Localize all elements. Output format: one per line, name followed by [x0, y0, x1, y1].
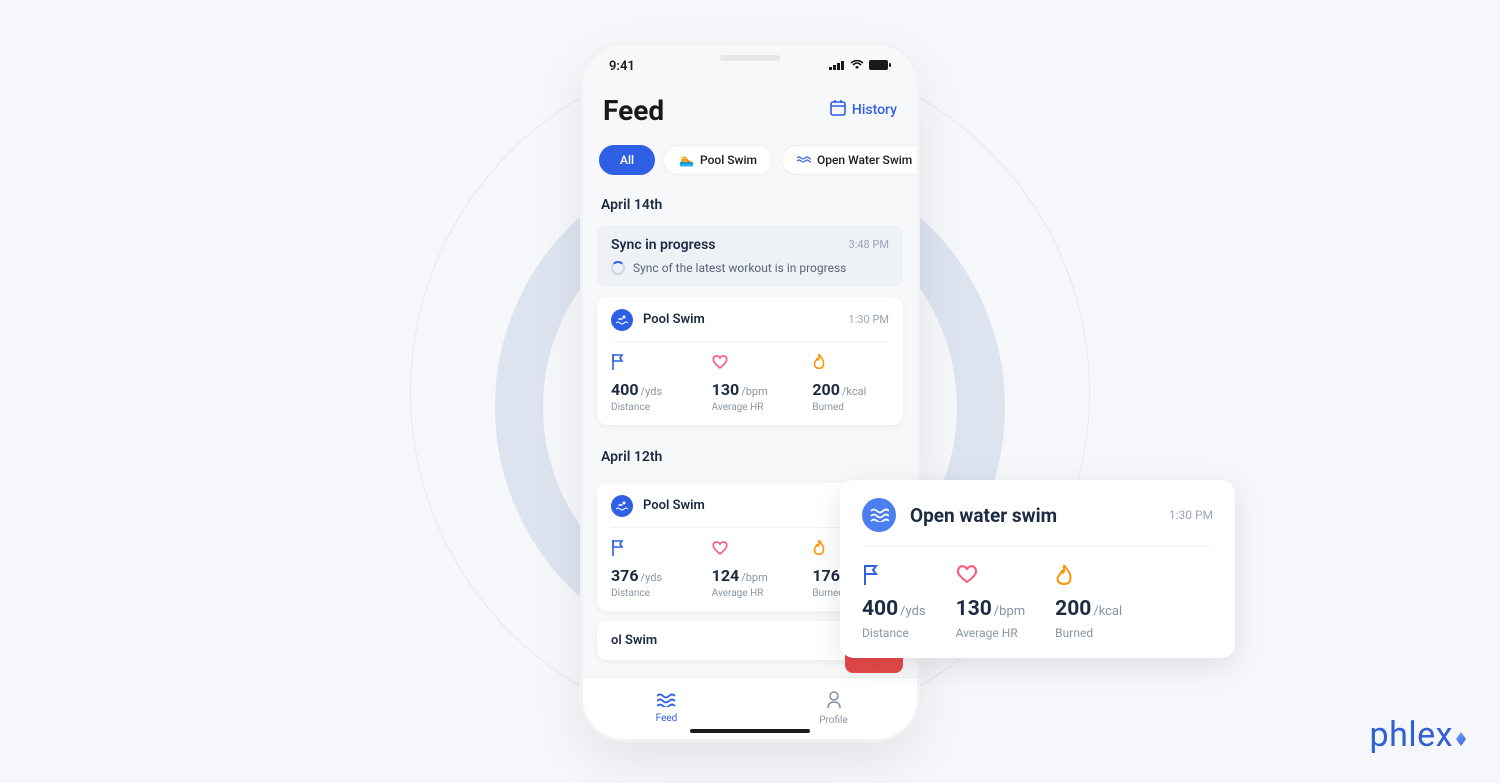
workout-time: 1:30 PM: [1169, 508, 1213, 522]
metric-distance: 376/yds Distance: [611, 540, 688, 599]
metric-burn: 200/kcal Burned: [812, 354, 889, 413]
sync-message: Sync of the latest workout is in progres…: [633, 261, 846, 275]
notch: [720, 55, 780, 61]
heart-icon: [712, 540, 789, 558]
metric-hr: 130/bpm Average HR: [712, 354, 789, 413]
history-label: History: [852, 102, 897, 118]
flame-icon: [812, 354, 889, 372]
swimmer-icon: 🏊: [679, 153, 694, 167]
workout-title: Pool Swim: [643, 498, 839, 513]
flag-icon: [862, 565, 926, 587]
flag-icon: [611, 540, 688, 558]
battery-icon: [869, 59, 891, 74]
workout-title: ol Swim: [611, 633, 849, 648]
section-date-1: April 14th: [583, 183, 917, 221]
flag-icon: [611, 354, 688, 372]
metric-hr: 124/bpm Average HR: [712, 540, 789, 599]
filter-chips: All 🏊 Pool Swim Open Water Swim: [583, 137, 917, 183]
home-indicator: [690, 729, 810, 733]
filter-pool[interactable]: 🏊 Pool Swim: [663, 145, 773, 175]
status-time: 9:41: [609, 59, 635, 74]
workout-card-1[interactable]: Pool Swim 1:30 PM 400/yds Distance 130/b…: [597, 297, 903, 425]
calendar-icon: [830, 100, 846, 120]
history-button[interactable]: History: [830, 100, 897, 120]
flame-icon: [1055, 565, 1122, 587]
workout-title: Open water swim: [910, 504, 1155, 527]
heart-icon: [956, 565, 1026, 587]
waves-icon: [797, 153, 811, 167]
metric-burn: 200/kcal Burned: [1055, 565, 1122, 640]
brand-logo: phlex: [1370, 715, 1466, 755]
status-bar: 9:41: [583, 45, 917, 80]
sync-title: Sync in progress: [611, 237, 715, 253]
waves-icon: [862, 498, 896, 532]
workout-time: 1:30 PM: [849, 313, 889, 326]
pool-swim-icon: [611, 495, 633, 517]
workout-title: Pool Swim: [643, 312, 839, 327]
sync-time: 3:48 PM: [849, 238, 889, 251]
signal-icon: [829, 59, 845, 74]
profile-icon: [825, 691, 843, 712]
sync-card[interactable]: Sync in progress 3:48 PM Sync of the lat…: [597, 225, 903, 287]
brand-diamond-icon: [1456, 732, 1466, 746]
open-water-card[interactable]: Open water swim 1:30 PM 400/yds Distance…: [840, 480, 1235, 658]
heart-icon: [712, 354, 789, 372]
wifi-icon: [850, 59, 864, 74]
metric-distance: 400/yds Distance: [611, 354, 688, 413]
pool-swim-icon: [611, 309, 633, 331]
metric-distance: 400/yds Distance: [862, 565, 926, 640]
section-date-2: April 12th: [583, 435, 917, 473]
feed-icon: [657, 693, 677, 710]
filter-all[interactable]: All: [599, 145, 655, 175]
page-title: Feed: [603, 94, 664, 127]
metric-hr: 130/bpm Average HR: [956, 565, 1026, 640]
spinner-icon: [611, 261, 625, 275]
filter-open-water[interactable]: Open Water Swim: [781, 145, 917, 175]
